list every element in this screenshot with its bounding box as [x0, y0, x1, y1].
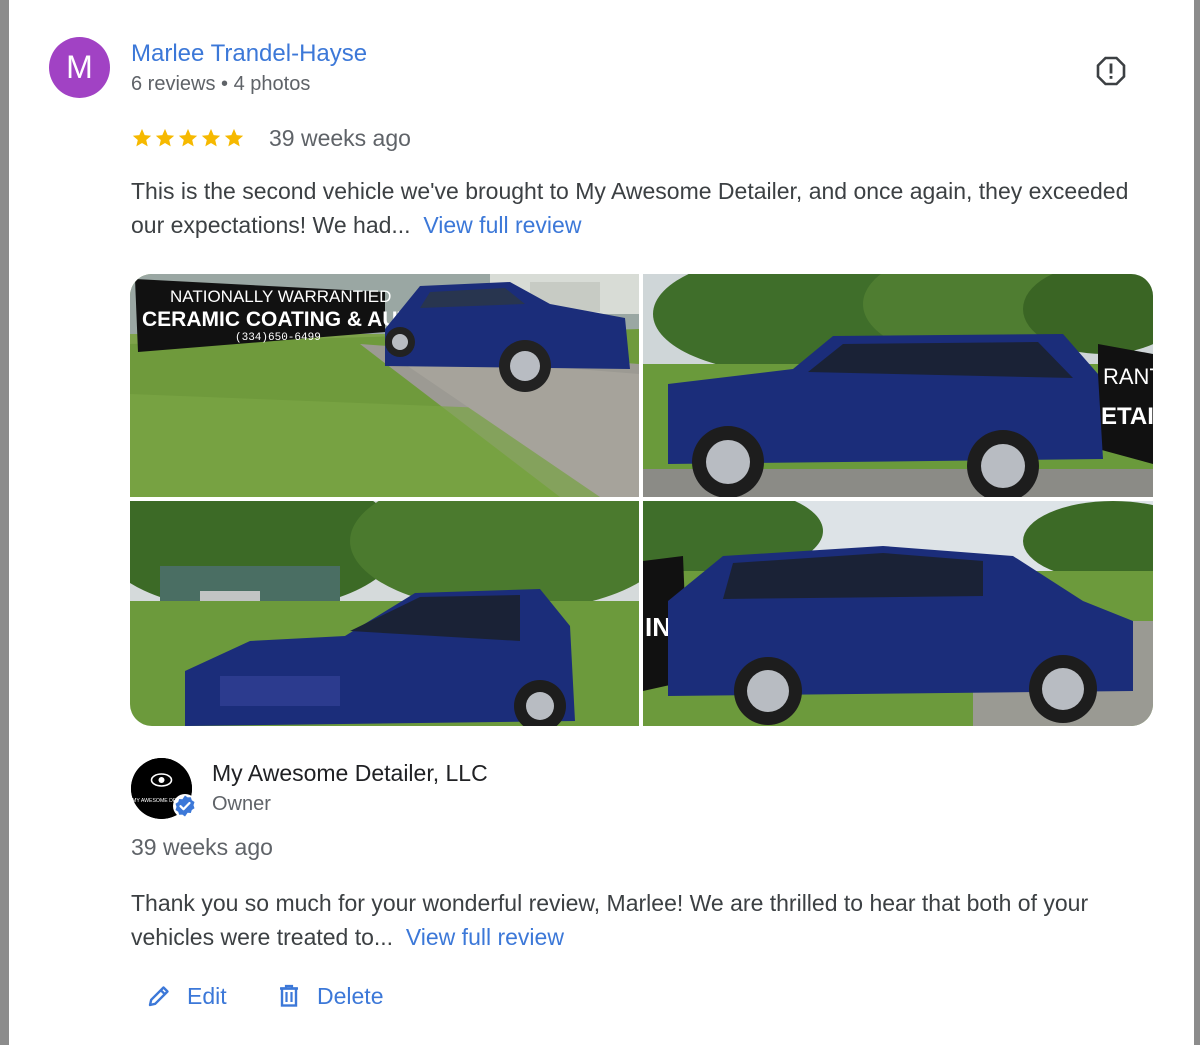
pencil-icon — [148, 986, 169, 1007]
star-icon — [224, 128, 244, 147]
review-photo[interactable]: IN — [643, 501, 1153, 726]
verified-icon — [173, 794, 197, 818]
owner-logo-text: MY AWESOME DE — [132, 798, 177, 804]
view-full-reply-link[interactable]: View full review — [406, 924, 564, 950]
reply-time: 39 weeks ago — [131, 834, 273, 860]
delete-button[interactable]: Delete — [275, 982, 383, 1010]
review-photo[interactable]: NATIONALLY WARRANTIED CERAMIC COATING & … — [130, 274, 639, 497]
sign-partial-b: ETAILIN — [1101, 403, 1153, 430]
report-icon[interactable] — [1095, 55, 1127, 87]
reply-body: Thank you so much for your wonderful rev… — [131, 890, 1089, 950]
reviewer-name[interactable]: Marlee Trandel-Hayse — [131, 40, 367, 68]
star-icon — [132, 128, 152, 147]
edit-label: Edit — [187, 982, 227, 1009]
reviewer-meta: 6 reviews • 4 photos — [131, 73, 311, 95]
review-photos: NATIONALLY WARRANTIED CERAMIC COATING & … — [130, 274, 1153, 726]
star-rating — [131, 127, 245, 149]
review-photo[interactable]: RANTIED ETAILIN — [643, 274, 1153, 497]
owner-name: My Awesome Detailer, LLC — [212, 760, 488, 786]
trash-icon — [280, 984, 298, 1007]
star-icon — [178, 128, 198, 147]
edit-button[interactable]: Edit — [145, 982, 227, 1010]
reviewer-avatar[interactable]: M — [49, 37, 110, 98]
sign-partial-c: IN — [645, 612, 671, 642]
reply-text: Thank you so much for your wonderful rev… — [131, 886, 1161, 954]
window-frame-left — [0, 0, 9, 1045]
review-time: 39 weeks ago — [269, 125, 411, 151]
review-photo[interactable] — [130, 501, 639, 726]
view-full-review-link[interactable]: View full review — [423, 212, 581, 238]
sign-partial-a: RANTIED — [1103, 364, 1153, 389]
star-icon — [201, 128, 221, 147]
sign-line-1: NATIONALLY WARRANTIED — [170, 287, 391, 306]
owner-role: Owner — [212, 793, 271, 815]
review-body: This is the second vehicle we've brought… — [131, 178, 1129, 238]
review-text: This is the second vehicle we've brought… — [131, 174, 1131, 242]
sign-line-3: (334)650-6499 — [235, 332, 321, 344]
star-icon — [155, 128, 175, 147]
delete-label: Delete — [317, 982, 384, 1009]
window-frame-right — [1194, 0, 1200, 1045]
